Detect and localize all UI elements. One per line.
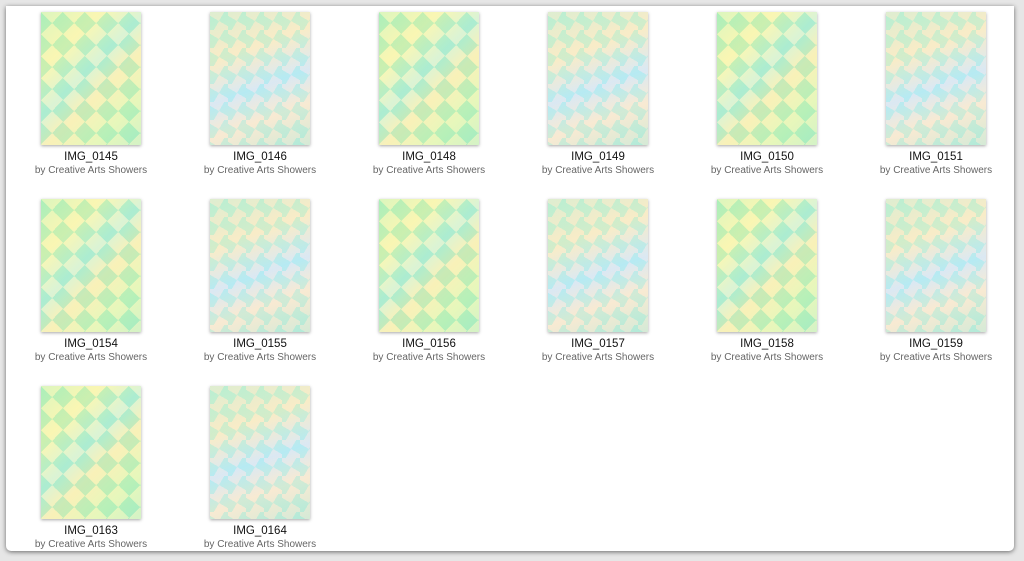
photo-author: by Creative Arts Showers bbox=[879, 165, 993, 176]
photo-thumbnail[interactable] bbox=[379, 12, 479, 145]
photo-author: by Creative Arts Showers bbox=[34, 352, 148, 363]
photo-thumbnail[interactable] bbox=[210, 386, 310, 519]
photo-thumbnail[interactable] bbox=[41, 199, 141, 332]
photo-author: by Creative Arts Showers bbox=[541, 352, 655, 363]
photo-author: by Creative Arts Showers bbox=[34, 165, 148, 176]
photo-thumbnail[interactable] bbox=[886, 199, 986, 332]
photo-name: IMG_0155 bbox=[233, 338, 287, 350]
photo-name: IMG_0156 bbox=[402, 338, 456, 350]
photo-browser-window: IMG_0145 by Creative Arts Showers IMG_0146… bbox=[6, 6, 1014, 551]
photo-thumbnail[interactable] bbox=[548, 199, 648, 332]
photo-name: IMG_0159 bbox=[909, 338, 963, 350]
photo-item[interactable]: IMG_0145by Creative Arts Showers bbox=[11, 12, 171, 177]
photo-name: IMG_0164 bbox=[233, 525, 287, 537]
photo-item[interactable]: IMG_0151by Creative Arts Showers bbox=[856, 12, 1014, 177]
photo-thumbnail[interactable] bbox=[210, 199, 310, 332]
photo-name: IMG_0145 bbox=[64, 151, 118, 163]
photo-author: by Creative Arts Showers bbox=[541, 165, 655, 176]
photo-item[interactable]: IMG_0156by Creative Arts Showers bbox=[349, 199, 509, 364]
photo-item[interactable]: IMG_0157by Creative Arts Showers bbox=[518, 199, 678, 364]
photo-thumbnail[interactable] bbox=[379, 199, 479, 332]
photo-thumbnail[interactable] bbox=[210, 12, 310, 145]
photo-author: by Creative Arts Showers bbox=[203, 539, 317, 550]
photo-thumbnail[interactable] bbox=[717, 199, 817, 332]
photo-name: IMG_0163 bbox=[64, 525, 118, 537]
photo-item[interactable]: IMG_0154by Creative Arts Showers bbox=[11, 199, 171, 364]
photo-item[interactable]: IMG_0164by Creative Arts Showers bbox=[180, 386, 340, 551]
photo-author: by Creative Arts Showers bbox=[710, 352, 824, 363]
photo-item[interactable]: IMG_0155by Creative Arts Showers bbox=[180, 199, 340, 364]
photo-thumbnail[interactable] bbox=[41, 12, 141, 145]
photo-thumbnail[interactable] bbox=[886, 12, 986, 145]
photo-item[interactable]: IMG_0149by Creative Arts Showers bbox=[518, 12, 678, 177]
photo-author: by Creative Arts Showers bbox=[203, 352, 317, 363]
photo-item[interactable]: IMG_0148by Creative Arts Showers bbox=[349, 12, 509, 177]
photo-item[interactable]: IMG_0163by Creative Arts Showers bbox=[11, 386, 171, 551]
photo-item[interactable]: IMG_0146by Creative Arts Showers bbox=[180, 12, 340, 177]
photo-thumbnail[interactable] bbox=[41, 386, 141, 519]
photo-item[interactable]: IMG_0150by Creative Arts Showers bbox=[687, 12, 847, 177]
photo-author: by Creative Arts Showers bbox=[372, 352, 486, 363]
photo-author: by Creative Arts Showers bbox=[34, 539, 148, 550]
photo-name: IMG_0158 bbox=[740, 338, 794, 350]
photo-name: IMG_0146 bbox=[233, 151, 287, 163]
photo-author: by Creative Arts Showers bbox=[203, 165, 317, 176]
photo-author: by Creative Arts Showers bbox=[710, 165, 824, 176]
photo-name: IMG_0150 bbox=[740, 151, 794, 163]
photo-author: by Creative Arts Showers bbox=[372, 165, 486, 176]
photo-item[interactable]: IMG_0158by Creative Arts Showers bbox=[687, 199, 847, 364]
photo-thumbnail[interactable] bbox=[717, 12, 817, 145]
photo-thumbnail[interactable] bbox=[548, 12, 648, 145]
photo-name: IMG_0151 bbox=[909, 151, 963, 163]
photo-name: IMG_0154 bbox=[64, 338, 118, 350]
photo-name: IMG_0149 bbox=[571, 151, 625, 163]
photo-name: IMG_0157 bbox=[571, 338, 625, 350]
photo-item[interactable]: IMG_0159by Creative Arts Showers bbox=[856, 199, 1014, 364]
photo-author: by Creative Arts Showers bbox=[879, 352, 993, 363]
photo-name: IMG_0148 bbox=[402, 151, 456, 163]
